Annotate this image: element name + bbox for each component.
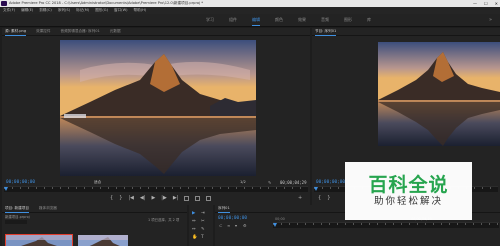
pen-tool-icon[interactable]: ✎ xyxy=(201,227,205,232)
watermark-overlay: 百科全说 助你轻松解决 xyxy=(345,162,472,220)
close-button[interactable]: ✕ xyxy=(495,1,498,6)
menu-file[interactable]: 文件(F) xyxy=(3,8,15,13)
go-to-out-button[interactable]: ▶| xyxy=(173,195,179,201)
program-mountain-image xyxy=(378,42,500,146)
menu-markers[interactable]: 标记(M) xyxy=(76,8,89,13)
menu-clip[interactable]: 剪辑(C) xyxy=(39,8,52,13)
program-playhead[interactable] xyxy=(314,187,318,191)
project-item-count: 1 项已选择，共 2 项 xyxy=(148,218,180,222)
tab-source[interactable]: 源: 素材.png xyxy=(5,29,27,36)
watermark-title: 百科全说 xyxy=(368,174,449,196)
track-select-tool-icon[interactable]: ⇥ xyxy=(201,211,205,216)
menu-bar: 文件(F) 编辑(E) 剪辑(C) 序列(S) 标记(M) 图形(G) 窗口(W… xyxy=(0,7,500,14)
maximize-button[interactable]: ☐ xyxy=(484,1,488,6)
ripple-edit-tool-icon[interactable]: ⇔ xyxy=(192,219,196,224)
go-to-in-button[interactable]: |◀ xyxy=(128,195,134,201)
source-video-frame[interactable] xyxy=(60,40,256,176)
workspace-editing[interactable]: 编辑 xyxy=(252,17,260,26)
premiere-logo-icon xyxy=(1,1,7,6)
step-back-button[interactable]: ◀| xyxy=(140,195,146,201)
tab-metadata[interactable]: 元数据 xyxy=(110,29,121,34)
more-workspaces-icon[interactable]: » xyxy=(489,17,492,23)
watermark-subtitle: 助你轻松解决 xyxy=(373,196,443,207)
workspace-libraries[interactable]: 库 xyxy=(367,17,371,23)
tab-audio-clip-mixer[interactable]: 音频剪辑混合器: 序列01 xyxy=(61,29,100,34)
tools-panel: ▶ ⇥ ⇔ ✂ ↔ ✎ ✋ T xyxy=(189,205,213,246)
wrench-icon[interactable]: ✎ xyxy=(268,180,271,185)
tab-effect-controls[interactable]: 效果控件 xyxy=(36,29,50,34)
ruler-start-label: 00;00 xyxy=(275,217,285,221)
razor-tool-icon[interactable]: ✂ xyxy=(201,219,205,224)
type-tool-icon[interactable]: T xyxy=(201,235,204,240)
tab-sequence[interactable]: 序列01 xyxy=(218,206,230,213)
workspace-color[interactable]: 颜色 xyxy=(275,17,283,23)
tab-project[interactable]: 项目: 新建项目 xyxy=(5,206,29,213)
clip-thumbnail-selected[interactable] xyxy=(5,234,73,246)
project-search-input[interactable] xyxy=(5,220,27,224)
source-duration: 00;00;04;29 xyxy=(280,180,307,185)
slip-tool-icon[interactable]: ↔ xyxy=(192,227,196,232)
linked-selection-icon[interactable]: ∞ xyxy=(227,223,230,228)
play-button[interactable]: ▶ xyxy=(151,195,155,201)
selection-tool-icon[interactable]: ▶ xyxy=(192,211,195,216)
window-title: Adobe Premiere Pro CC 2018 - C:\Users\Ad… xyxy=(9,1,204,5)
source-timecode[interactable]: 00;00;00;00 xyxy=(6,180,35,185)
workspace-graphics[interactable]: 图形 xyxy=(344,17,352,23)
workspace-audio[interactable]: 音频 xyxy=(321,17,329,23)
source-monitor-panel: 源: 素材.png 效果控件 音频剪辑混合器: 序列01 元数据 00;00;0… xyxy=(2,28,310,205)
program-video-frame[interactable] xyxy=(378,42,500,146)
menu-edit[interactable]: 编辑(E) xyxy=(21,8,33,13)
menu-help[interactable]: 帮助(H) xyxy=(134,8,147,13)
mark-in-button[interactable]: { xyxy=(110,195,113,201)
source-transport-controls: { } |◀ ◀| ▶ |▶ ▶| xyxy=(110,195,217,201)
timeline-timecode[interactable]: 00;00;00;00 xyxy=(218,216,247,221)
source-time-ruler[interactable] xyxy=(4,186,308,192)
program-transport-controls: { } xyxy=(318,195,336,201)
workspace-learn[interactable]: 学习 xyxy=(206,17,214,23)
mountain-lake-image xyxy=(60,40,256,176)
sequence-thumbnail[interactable] xyxy=(78,235,128,246)
program-mark-in-button[interactable]: { xyxy=(318,195,321,201)
workspace-effects[interactable]: 效果 xyxy=(298,17,306,23)
timeline-playhead[interactable] xyxy=(273,223,277,227)
tab-media-browser[interactable]: 媒体浏览器 xyxy=(39,206,57,211)
add-marker-icon[interactable]: ▾ xyxy=(235,223,237,228)
program-timecode[interactable]: 00;00;00;00 xyxy=(316,180,345,185)
add-button-icon[interactable]: + xyxy=(298,195,302,201)
mark-out-button[interactable]: } xyxy=(119,195,122,201)
overwrite-icon[interactable] xyxy=(195,195,201,201)
timeline-settings-icon[interactable]: ⚙ xyxy=(243,223,247,228)
menu-sequence[interactable]: 序列(S) xyxy=(58,8,70,13)
program-mark-out-button[interactable]: } xyxy=(327,195,330,201)
menu-graphics[interactable]: 图形(G) xyxy=(95,8,108,13)
workspace-bar: 学习 组件 编辑 颜色 效果 音频 图形 库 » xyxy=(0,14,500,27)
workspace-assembly[interactable]: 组件 xyxy=(229,17,237,23)
project-filename: 新建项目.prproj xyxy=(5,215,30,219)
tab-program[interactable]: 节目: 序列01 xyxy=(315,29,337,36)
clip-thumbnail-image xyxy=(6,235,72,246)
minimize-button[interactable]: — xyxy=(473,1,477,6)
project-panel: 项目: 新建项目 媒体浏览器 新建项目.prproj 1 项已选择，共 2 项 xyxy=(2,205,187,246)
source-playhead[interactable] xyxy=(4,187,8,191)
sequence-thumbnail-image xyxy=(78,235,128,246)
export-frame-icon[interactable] xyxy=(206,195,212,201)
source-fit-dropdown[interactable]: 适合 xyxy=(94,180,101,185)
title-bar: Adobe Premiere Pro CC 2018 - C:\Users\Ad… xyxy=(0,0,500,7)
insert-icon[interactable] xyxy=(184,195,190,201)
source-resolution-dropdown[interactable]: 1/2 xyxy=(240,180,246,184)
timeline-time-ruler[interactable] xyxy=(273,222,499,228)
hand-tool-icon[interactable]: ✋ xyxy=(192,235,197,240)
snap-icon[interactable]: ⊂ xyxy=(219,223,222,228)
step-forward-button[interactable]: |▶ xyxy=(161,195,167,201)
menu-window[interactable]: 窗口(W) xyxy=(114,8,128,13)
